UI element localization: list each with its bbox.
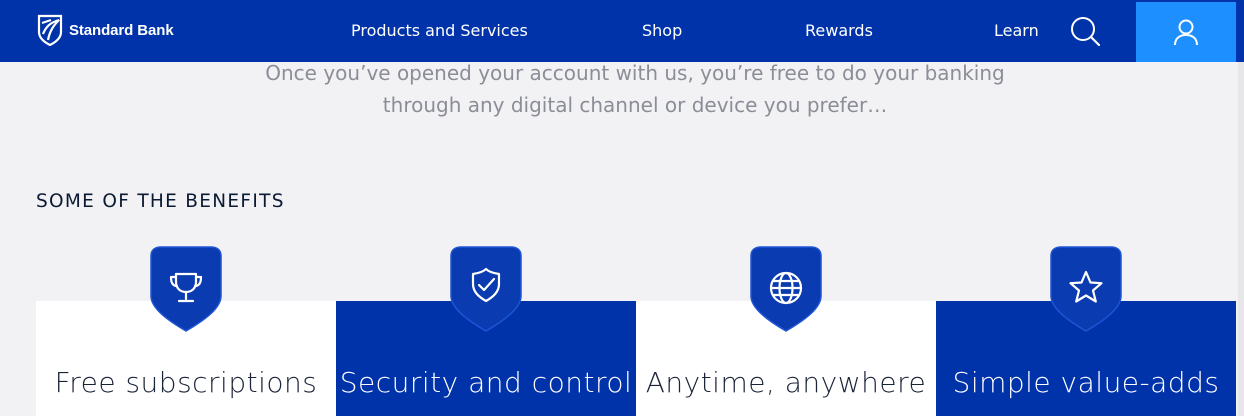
- search-icon: [1071, 17, 1101, 47]
- standard-bank-logo[interactable]: Standard Bank: [37, 14, 174, 46]
- nav-item-products-and-services[interactable]: Products and Services: [351, 0, 528, 62]
- globe-badge: [750, 246, 822, 332]
- trophy-badge: [150, 246, 222, 332]
- nav-item-learn[interactable]: Learn: [994, 0, 1039, 62]
- page-scrollbar-track[interactable]: [1238, 62, 1244, 416]
- intro-line-1: Once you’ve opened your account with us,…: [265, 61, 1005, 85]
- top-navigation-bar: Standard Bank Products and Services Shop…: [0, 0, 1244, 62]
- brand-name: Standard Bank: [69, 21, 174, 39]
- security-badge: [450, 246, 522, 332]
- nav-item-shop[interactable]: Shop: [642, 0, 682, 62]
- intro-line-2: through any digital channel or device yo…: [382, 93, 888, 117]
- account-button[interactable]: [1136, 2, 1236, 62]
- intro-text: Once you’ve opened your account with us,…: [200, 57, 1070, 121]
- nav-item-rewards[interactable]: Rewards: [805, 0, 873, 62]
- user-icon: [1174, 19, 1198, 46]
- benefit-card-label: Security and control: [339, 366, 633, 399]
- benefits-heading: SOME OF THE BENEFITS: [36, 191, 285, 212]
- star-badge: [1050, 246, 1122, 332]
- benefit-card-label: Free subscriptions: [54, 366, 318, 399]
- search-button[interactable]: [1069, 15, 1101, 47]
- benefit-card-label: Anytime, anywhere: [645, 366, 927, 399]
- bank-shield-logo-icon: [37, 14, 63, 46]
- benefit-card-label: Simple value-adds: [952, 366, 1220, 399]
